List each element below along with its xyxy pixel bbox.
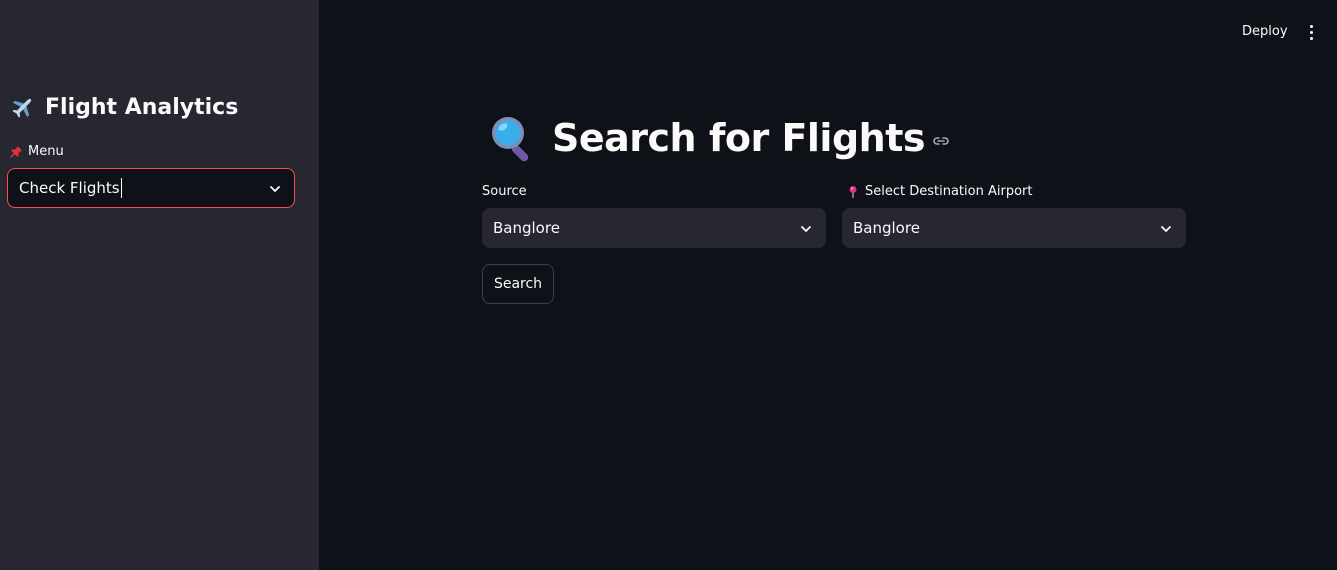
kebab-dot (1309, 24, 1313, 28)
deploy-button[interactable]: Deploy (1234, 20, 1296, 44)
page-title-text: Search for Flights (552, 116, 926, 160)
sidebar-title-text: Flight Analytics (45, 94, 239, 120)
round-pushpin-icon (846, 185, 860, 199)
text-caret (120, 178, 122, 199)
kebab-dot (1309, 30, 1313, 34)
chevron-down-icon (799, 221, 813, 235)
magnifying-glass-icon (488, 113, 538, 163)
destination-label: Select Destination Airport (846, 184, 1032, 199)
menu-select-value: Check Flights (19, 178, 120, 197)
menu-select[interactable]: Check Flights (7, 168, 295, 208)
menu-select-value-wrap: Check Flights (19, 178, 122, 199)
search-button[interactable]: Search (482, 264, 554, 304)
source-label-text: Source (482, 184, 527, 199)
kebab-dot (1309, 36, 1313, 40)
menu-label-text: Menu (28, 144, 64, 159)
source-label: Source (482, 184, 527, 199)
destination-select-value: Banglore (853, 219, 920, 237)
chevron-down-icon (268, 181, 282, 195)
anchor-link-icon[interactable] (931, 131, 951, 151)
kebab-menu-icon[interactable] (1301, 20, 1321, 44)
source-select-value: Banglore (493, 219, 560, 237)
pushpin-icon (9, 145, 23, 159)
source-select[interactable]: Banglore (482, 208, 826, 248)
menu-label: Menu (9, 144, 64, 159)
chevron-down-icon (1159, 221, 1173, 235)
airplane-icon (10, 94, 36, 120)
destination-label-text: Select Destination Airport (865, 184, 1033, 199)
sidebar: Flight Analytics Menu Check Flights (0, 0, 319, 570)
destination-select[interactable]: Banglore (842, 208, 1186, 248)
sidebar-title: Flight Analytics (10, 94, 238, 120)
page-title: Search for Flights (488, 110, 951, 166)
app: Flight Analytics Menu Check Flights Depl… (0, 0, 1337, 570)
